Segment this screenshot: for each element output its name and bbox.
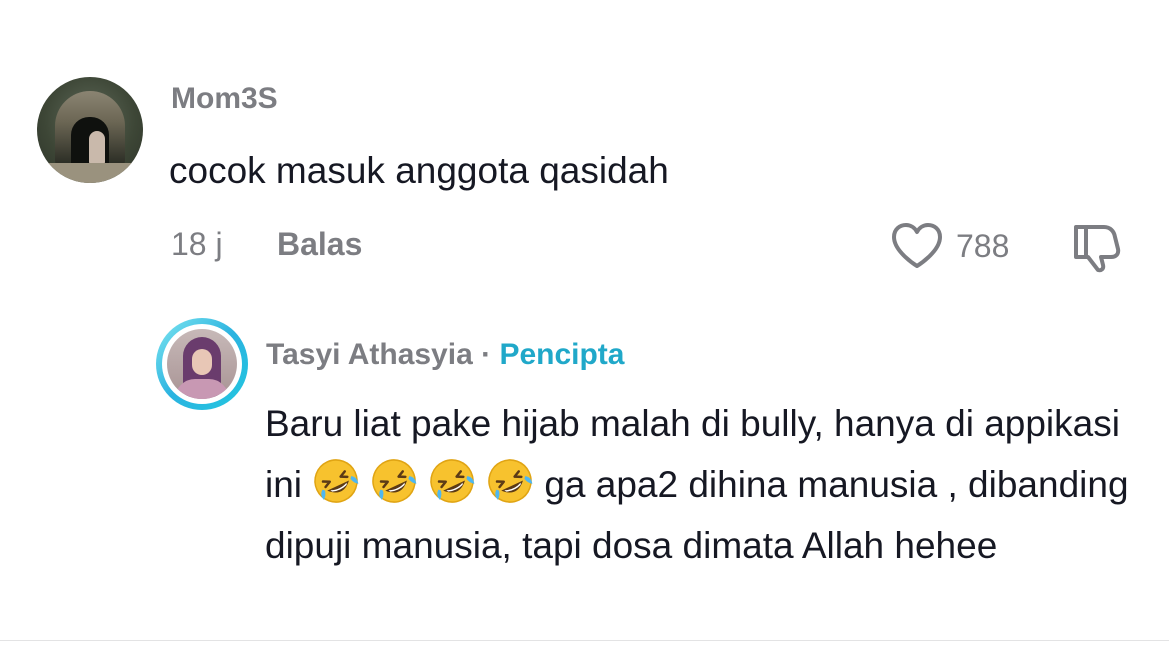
avatar-face-shape bbox=[192, 349, 212, 375]
like-button[interactable]: 788 bbox=[890, 222, 1009, 270]
rolling-on-the-floor-laughing-emoji bbox=[488, 459, 533, 503]
thumbs-down-icon[interactable] bbox=[1068, 221, 1124, 273]
avatar[interactable] bbox=[37, 77, 143, 183]
divider bbox=[0, 640, 1169, 641]
avatar bbox=[167, 329, 237, 399]
separator-dot: · bbox=[472, 338, 500, 371]
emoji-group bbox=[312, 459, 544, 505]
avatar-ground-shape bbox=[37, 163, 143, 183]
reply-header: Tasyi Athasyia · Pencipta bbox=[266, 338, 624, 372]
comment-item: Mom3S cocok masuk anggota qasidah 18 j B… bbox=[0, 0, 1169, 300]
comment-timestamp: 18 j bbox=[171, 226, 223, 262]
like-count: 788 bbox=[956, 227, 1010, 264]
reply-comment-item: Tasyi Athasyia · Pencipta Baru liat pake… bbox=[0, 300, 1169, 651]
comment-username[interactable]: Tasyi Athasyia bbox=[266, 338, 473, 371]
comment-text: cocok masuk anggota qasidah bbox=[169, 150, 669, 191]
rolling-on-the-floor-laughing-emoji bbox=[314, 459, 359, 503]
avatar-body-shape bbox=[175, 379, 229, 399]
reply-button[interactable]: Balas bbox=[277, 226, 362, 263]
comment-text: Baru liat pake hijab malah di bully, han… bbox=[265, 393, 1155, 576]
creator-badge: Pencipta bbox=[499, 338, 625, 371]
heart-outline-icon bbox=[892, 223, 942, 268]
comment-username[interactable]: Mom3S bbox=[171, 82, 278, 116]
rolling-on-the-floor-laughing-emoji bbox=[430, 459, 475, 503]
avatar-story-ring[interactable] bbox=[156, 318, 248, 410]
rolling-on-the-floor-laughing-emoji bbox=[372, 459, 417, 503]
avatar-person-shape bbox=[89, 131, 105, 165]
